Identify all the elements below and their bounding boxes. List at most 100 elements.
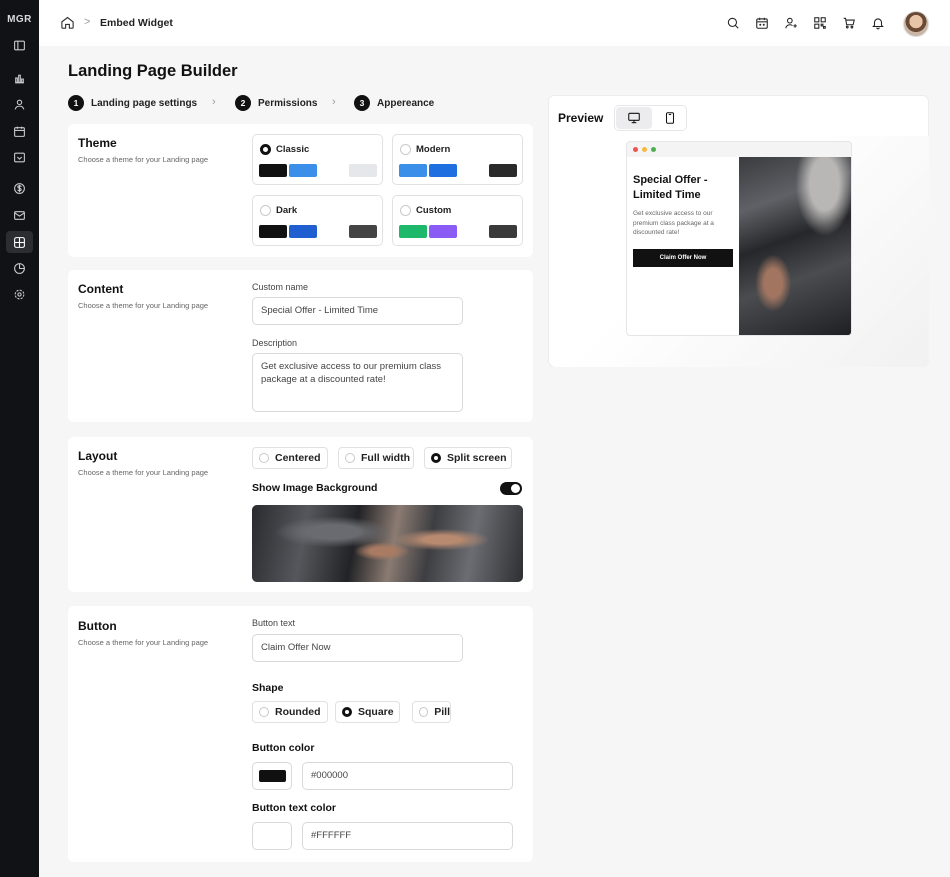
- button-section: Button Choose a theme for your Landing p…: [68, 606, 533, 862]
- button-text-color-swatch[interactable]: [252, 822, 292, 850]
- content-section: Content Choose a theme for your Landing …: [68, 270, 533, 422]
- step-2[interactable]: 2 Permissions: [235, 95, 317, 111]
- color-swatch: [349, 225, 377, 238]
- preview-title: Preview: [558, 111, 604, 125]
- layout-option-centered[interactable]: Centered: [252, 447, 328, 469]
- custom-name-input[interactable]: Special Offer - Limited Time: [252, 297, 463, 325]
- radio: [345, 453, 355, 463]
- description-label: Description: [252, 338, 298, 348]
- calendar-icon[interactable]: [11, 123, 28, 140]
- theme-option-dark[interactable]: Dark: [252, 195, 383, 246]
- theme-option-custom[interactable]: Custom: [392, 195, 523, 246]
- step-label: Appereance: [377, 97, 435, 109]
- bell-icon[interactable]: [870, 15, 886, 31]
- layout-option-split-screen[interactable]: Split screen: [424, 447, 512, 469]
- user-icon[interactable]: [11, 96, 28, 113]
- theme-option-modern[interactable]: Modern: [392, 134, 523, 185]
- radio-selected: [342, 707, 352, 717]
- window-dot: [651, 147, 656, 152]
- avatar[interactable]: [903, 11, 929, 37]
- page-title: Landing Page Builder: [68, 62, 238, 80]
- radio: [400, 205, 411, 216]
- theme-label: Classic: [276, 144, 310, 155]
- step-number: 1: [68, 95, 84, 111]
- mobile-icon[interactable]: [652, 107, 688, 129]
- button-text-input[interactable]: Claim Offer Now: [252, 634, 463, 662]
- option-label: Full width: [361, 452, 410, 464]
- step-label: Landing page settings: [91, 97, 198, 109]
- color-swatch: [289, 164, 317, 177]
- shape-option-rounded[interactable]: Rounded: [252, 701, 328, 723]
- step-chevron-icon: ›: [212, 96, 216, 108]
- mockup-title: Special Offer - Limited Time: [633, 174, 708, 201]
- top-bar: > Embed Widget: [39, 0, 950, 46]
- home-icon[interactable]: [60, 15, 76, 31]
- option-label: Centered: [275, 452, 321, 464]
- shape-option-square[interactable]: Square: [335, 701, 400, 723]
- show-image-bg-label: Show Image Background: [252, 482, 378, 494]
- button-text-color-label: Button text color: [252, 802, 336, 814]
- color-swatch: [259, 164, 287, 177]
- preview-panel: Preview Special Offer - Limited Time Get…: [548, 95, 929, 367]
- chart-icon[interactable]: [11, 70, 28, 87]
- section-subtitle: Choose a theme for your Landing page: [78, 155, 209, 164]
- show-image-bg-toggle[interactable]: [500, 482, 522, 495]
- settings-icon[interactable]: [11, 286, 28, 303]
- qr-code-icon[interactable]: [812, 15, 828, 31]
- color-preview: [259, 770, 286, 782]
- layout-option-full-width[interactable]: Full width: [338, 447, 414, 469]
- breadcrumb-current[interactable]: Embed Widget: [100, 17, 173, 29]
- radio: [419, 707, 429, 717]
- window-dot: [633, 147, 638, 152]
- step-number: 3: [354, 95, 370, 111]
- color-swatch: [429, 164, 457, 177]
- user-plus-icon[interactable]: [783, 15, 799, 31]
- color-swatch: [489, 164, 517, 177]
- mail-icon[interactable]: [11, 207, 28, 224]
- section-subtitle: Choose a theme for your Landing page: [78, 468, 209, 477]
- color-swatch: [399, 164, 427, 177]
- option-label: Pill: [434, 706, 450, 718]
- logo: MGR: [7, 14, 32, 25]
- calendar-icon[interactable]: [754, 15, 770, 31]
- color-swatch: [349, 164, 377, 177]
- shape-label: Shape: [252, 682, 284, 694]
- button-color-swatch[interactable]: [252, 762, 292, 790]
- option-label: Square: [358, 706, 394, 718]
- mockup-image: [739, 157, 851, 335]
- step-number: 2: [235, 95, 251, 111]
- pie-chart-icon[interactable]: [11, 260, 28, 277]
- section-title: Button: [78, 619, 117, 633]
- desktop-icon[interactable]: [616, 107, 652, 129]
- mockup-cta-button: Claim Offer Now: [633, 249, 733, 267]
- theme-label: Modern: [416, 144, 451, 155]
- device-toggle: [614, 105, 687, 131]
- sidebar: MGR: [0, 0, 39, 877]
- radio: [400, 144, 411, 155]
- button-text-color-input[interactable]: #FFFFFF: [302, 822, 513, 850]
- shape-option-pill[interactable]: Pill: [412, 701, 451, 723]
- button-text-label: Button text: [252, 618, 296, 628]
- panel-icon[interactable]: [11, 37, 28, 54]
- color-swatch: [289, 225, 317, 238]
- theme-label: Custom: [416, 205, 452, 216]
- step-1[interactable]: 1 Landing page settings: [68, 95, 197, 111]
- window-dot: [642, 147, 647, 152]
- radio: [259, 707, 269, 717]
- description-textarea[interactable]: Get exclusive access to our premium clas…: [252, 353, 463, 412]
- option-label: Rounded: [275, 706, 321, 718]
- section-subtitle: Choose a theme for your Landing page: [78, 638, 209, 647]
- inbox-icon[interactable]: [11, 149, 28, 166]
- theme-option-classic[interactable]: Classic: [252, 134, 383, 185]
- background-image-preview: [252, 505, 523, 582]
- option-label: Split screen: [447, 452, 507, 464]
- section-title: Theme: [78, 136, 117, 150]
- dollar-icon[interactable]: [11, 180, 28, 197]
- widget-icon[interactable]: [6, 231, 33, 253]
- landing-mockup: Special Offer - Limited Time Get exclusi…: [626, 141, 852, 336]
- step-3[interactable]: 3 Appereance: [354, 95, 434, 111]
- search-icon[interactable]: [725, 15, 741, 31]
- radio: [260, 205, 271, 216]
- button-color-input[interactable]: #000000: [302, 762, 513, 790]
- cart-icon[interactable]: [841, 15, 857, 31]
